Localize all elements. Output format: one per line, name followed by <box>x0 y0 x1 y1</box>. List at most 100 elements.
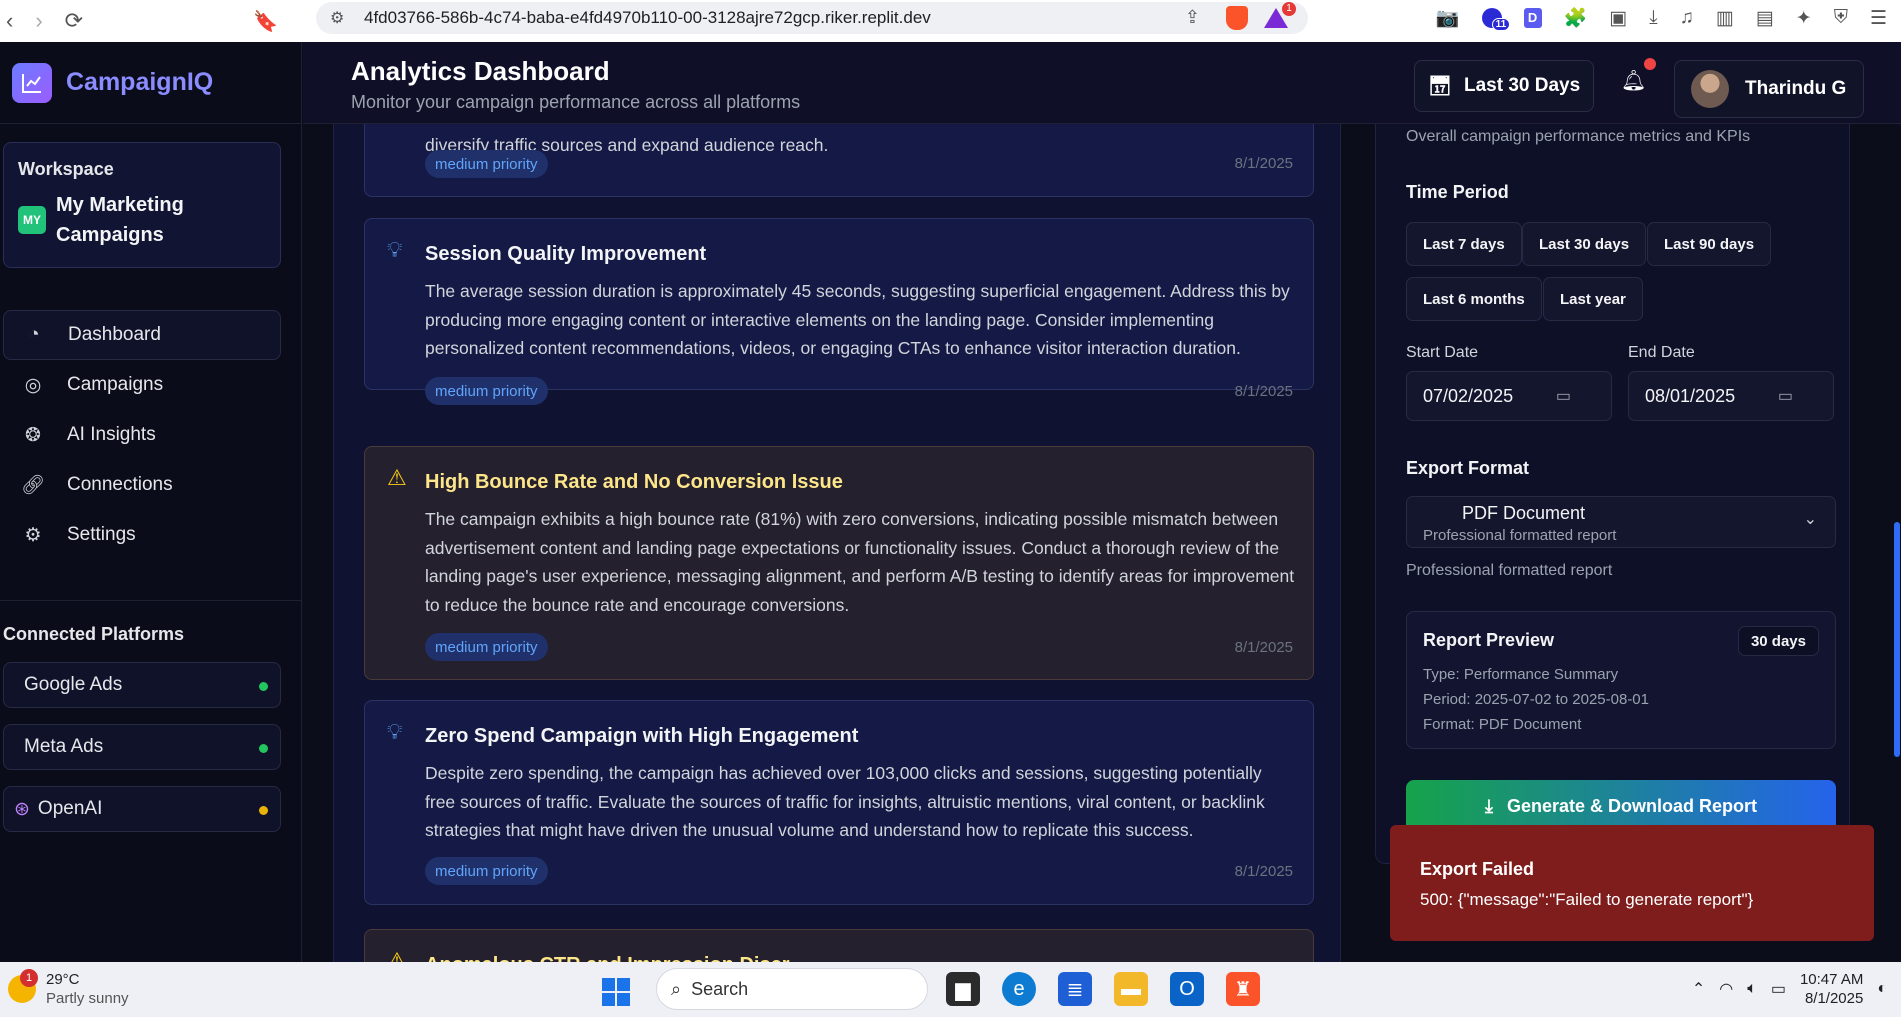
share-icon[interactable]: ⇪ <box>1185 7 1200 28</box>
date-range-button[interactable]: 📅︎ Last 30 Days <box>1414 60 1594 112</box>
chevron-up-icon[interactable]: ⌃ <box>1692 979 1705 999</box>
lightbulb-icon: 💡︎ <box>387 237 403 262</box>
edge-icon[interactable]: e <box>1002 972 1036 1006</box>
brave-shield-icon[interactable] <box>1226 6 1248 30</box>
reader-icon[interactable]: ▣ <box>1609 7 1627 30</box>
page-header: Analytics Dashboard Monitor your campaig… <box>303 42 1901 124</box>
start-button[interactable] <box>602 978 630 1006</box>
time-period-label: Time Period <box>1406 182 1509 202</box>
priority-badge: medium priority <box>425 377 548 405</box>
search-icon: ⌕ <box>671 978 682 999</box>
ai-icon[interactable]: ✦ <box>1796 7 1812 30</box>
warning-icon: ⚠ <box>387 465 407 490</box>
wifi-icon[interactable]: ◠ <box>1719 979 1733 999</box>
weather-temp: 29°C <box>46 971 80 988</box>
download-icon[interactable]: ⤓ <box>1649 7 1657 29</box>
wallet-icon[interactable]: ▤ <box>1756 7 1774 30</box>
brand[interactable]: CampaignIQ <box>0 42 301 124</box>
camera-icon[interactable]: 📷 <box>1436 6 1460 30</box>
chevron-down-icon: ⌄ <box>1803 511 1817 528</box>
platform-google-ads[interactable]: Google Ads <box>3 662 281 708</box>
openai-icon: ⊛ <box>14 798 30 820</box>
scrollbar-thumb[interactable] <box>1894 522 1900 757</box>
workspace-name: My Marketing Campaigns <box>56 194 184 246</box>
notepad-icon[interactable]: ≣ <box>1058 972 1092 1006</box>
menu-icon[interactable]: ☰ <box>1870 7 1887 30</box>
sidebar-item-label: Settings <box>67 524 136 545</box>
panel-description: Overall campaign performance metrics and… <box>1406 128 1751 145</box>
outlook-icon[interactable]: O <box>1170 972 1204 1006</box>
sidebar-item-campaigns[interactable]: ◎ Campaigns <box>3 360 281 410</box>
sidebar-item-dashboard[interactable]: ◔ Dashboard <box>3 310 281 360</box>
page-subtitle: Monitor your campaign performance across… <box>351 92 801 112</box>
taskbar-search[interactable]: ⌕ Search <box>656 968 928 1010</box>
period-last-90-days[interactable]: Last 90 days <box>1647 222 1772 266</box>
notification-dot <box>1644 58 1656 70</box>
vpn-icon[interactable]: ⛨ <box>1834 7 1848 29</box>
priority-badge: medium priority <box>425 633 548 661</box>
period-last-7-days[interactable]: Last 7 days <box>1406 222 1522 266</box>
music-icon[interactable]: ♫ <box>1680 7 1694 29</box>
insight-body: The average session duration is approxim… <box>425 281 1290 358</box>
platform-meta-ads[interactable]: Meta Ads <box>3 724 281 770</box>
insight-date: 8/1/2025 <box>1234 383 1293 400</box>
d-extension-icon[interactable]: D <box>1523 8 1542 28</box>
status-dot <box>259 682 268 691</box>
puzzle-icon[interactable]: 🧩 <box>1564 6 1588 30</box>
export-panel: Overall campaign performance metrics and… <box>1375 124 1850 864</box>
file-explorer-icon[interactable]: ▬ <box>1114 972 1148 1006</box>
bookmark-icon[interactable]: 🔖 <box>253 9 278 34</box>
user-menu-button[interactable]: Tharindu G <box>1674 60 1864 118</box>
bell-icon[interactable]: 🔔︎ <box>1621 68 1646 93</box>
workspace-selector[interactable]: Workspace MY My Marketing Campaigns <box>3 142 281 268</box>
extension-badge: 11 <box>1491 18 1511 31</box>
back-icon[interactable]: ‹ <box>6 8 13 34</box>
calendar-icon[interactable]: ▭ <box>1778 386 1793 406</box>
connected-platforms-title: Connected Platforms <box>3 624 185 644</box>
format-description: Professional formatted report <box>1423 527 1617 544</box>
period-last-year[interactable]: Last year <box>1543 277 1643 321</box>
trend-chart-icon <box>12 62 52 103</box>
sidebar-toggle-icon[interactable]: ▥ <box>1716 7 1734 30</box>
forward-icon[interactable]: › <box>35 8 42 34</box>
insights-feed[interactable]: diversify traffic sources and expand aud… <box>333 124 1341 962</box>
clock[interactable]: 10:47 AM 8/1/2025 <box>1800 970 1863 1008</box>
reload-icon[interactable]: ⟳ <box>65 8 83 34</box>
sidebar-item-label: Campaigns <box>67 374 164 395</box>
extension-icon[interactable]: 11 <box>1481 8 1511 31</box>
error-toast[interactable]: Export Failed 500: {"message":"Failed to… <box>1390 825 1874 941</box>
period-last-6-months[interactable]: Last 6 months <box>1406 277 1542 321</box>
start-date-input[interactable]: 07/02/2025 ▭ <box>1406 371 1612 421</box>
toast-message: 500: {"message":"Failed to generate repo… <box>1420 890 1754 909</box>
export-format-select[interactable]: PDF Document Professional formatted repo… <box>1406 496 1836 548</box>
priority-badge: medium priority <box>425 150 548 178</box>
date-range-label: Last 30 Days <box>1463 75 1581 96</box>
address-bar[interactable]: ⚙ 4fd03766-586b-4c74-baba-e4fd4970b110-0… <box>316 2 1308 34</box>
taskbar: 1 29°C Partly sunny ⌕ Search ▆ e ≣ ▬ O ♜… <box>0 962 1901 1017</box>
sidebar-item-label: Connections <box>67 474 173 495</box>
task-view-icon[interactable]: ▆ <box>946 972 980 1006</box>
sidebar-item-label: AI Insights <box>67 424 156 445</box>
sidebar-item-connections[interactable]: 🔗︎ Connections <box>3 460 281 510</box>
platform-label: Google Ads <box>24 674 123 695</box>
calendar-icon[interactable]: ▭ <box>1556 386 1571 406</box>
avatar <box>1691 70 1729 108</box>
period-last-30-days[interactable]: Last 30 days <box>1522 222 1647 266</box>
volume-icon[interactable]: 🔈︎ <box>1747 980 1757 998</box>
preview-format: Format: PDF Document <box>1423 716 1582 733</box>
site-settings-icon[interactable]: ⚙ <box>330 8 344 28</box>
url-text: 4fd03766-586b-4c74-baba-e4fd4970b110-00-… <box>364 8 931 27</box>
warning-icon: ⚠ <box>387 948 407 962</box>
weather-widget[interactable]: 1 29°C Partly sunny <box>8 969 129 1008</box>
battery-icon[interactable]: ▭ <box>1771 979 1786 999</box>
format-note: Professional formatted report <box>1406 562 1613 579</box>
sidebar-item-settings[interactable]: ⚙ Settings <box>3 510 281 560</box>
date: 8/1/2025 <box>1804 990 1864 1007</box>
platform-openai[interactable]: ⊛ OpenAI <box>3 786 281 832</box>
end-date-input[interactable]: 08/01/2025 ▭ <box>1628 371 1834 421</box>
sidebar-item-ai-insights[interactable]: ❂ AI Insights <box>3 410 281 460</box>
notification-icon[interactable]: ◐ <box>1877 980 1887 998</box>
insight-card: 💡︎ Session Quality Improvement The avera… <box>364 218 1314 405</box>
brave-icon[interactable]: ♜ <box>1226 972 1260 1006</box>
insight-title: Anomalous CTR and Impression Discr <box>425 954 790 962</box>
